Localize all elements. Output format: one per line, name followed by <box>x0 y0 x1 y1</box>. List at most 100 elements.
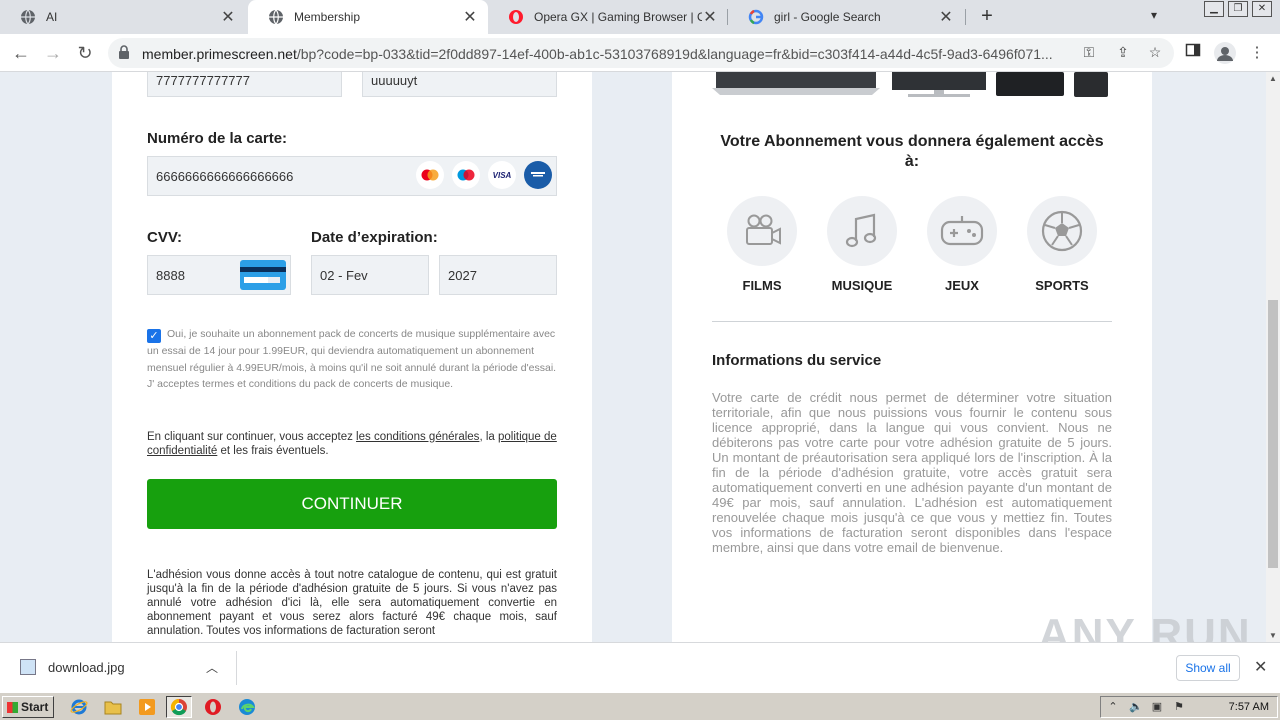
ie-icon[interactable] <box>66 696 92 718</box>
perk-games: JEUX <box>912 196 1012 293</box>
expiry-label: Date d’expiration: <box>311 229 438 246</box>
tab-google[interactable]: girl - Google Search ✕ <box>728 0 964 34</box>
service-info-title: Informations du service <box>712 352 882 369</box>
tab-label: Membership <box>294 10 361 24</box>
restore-button[interactable]: ❐ <box>1228 1 1248 17</box>
card-number-input[interactable]: 6666666666666666666 VISA <box>147 156 557 196</box>
terms-suffix: et les frais éventuels. <box>217 445 329 457</box>
membership-disclaimer: L'adhésion vous donne accès à tout notre… <box>147 569 557 637</box>
close-icon[interactable]: ✕ <box>220 7 236 27</box>
terms-mid: , la <box>479 431 498 443</box>
start-button[interactable]: Start <box>2 696 54 718</box>
page-viewport: 7777777777777 uuuuuyt Numéro de la carte… <box>0 72 1280 642</box>
window-controls: ▁ ❐ ✕ <box>1204 1 1272 17</box>
lock-icon <box>119 45 129 59</box>
page-scrollbar[interactable]: ▲ ▼ <box>1266 72 1280 642</box>
devices-image <box>712 72 1108 97</box>
expiry-month-select[interactable]: 02 - Fev <box>311 255 429 295</box>
window-close-button[interactable]: ✕ <box>1252 1 1272 17</box>
show-all-button[interactable]: Show all <box>1176 655 1240 681</box>
chevron-down-icon[interactable]: ▾ <box>1151 8 1157 22</box>
film-camera-icon <box>727 196 797 266</box>
minimize-button[interactable]: ▁ <box>1204 1 1224 17</box>
card-back-icon <box>240 260 286 290</box>
gamepad-icon <box>927 196 997 266</box>
folder-icon[interactable] <box>100 696 126 718</box>
close-icon[interactable]: ✕ <box>938 7 954 27</box>
media-player-icon[interactable] <box>134 696 160 718</box>
service-info-text: Votre carte de crédit nous permet de dét… <box>712 390 1112 555</box>
close-icon[interactable]: ✕ <box>702 7 718 27</box>
back-arrow-icon[interactable]: ← <box>8 40 34 66</box>
side-panel-icon[interactable] <box>1182 42 1204 64</box>
tab-opera[interactable]: Opera GX | Gaming Browser | Opera ✕ <box>488 0 728 34</box>
tab-strip: AI ✕ Membership ✕ Opera GX | Gaming Brow… <box>0 0 1280 34</box>
profile-avatar-icon[interactable] <box>1214 42 1236 64</box>
star-icon[interactable]: ☆ <box>1146 44 1164 62</box>
continue-button[interactable]: CONTINUER <box>147 479 557 529</box>
key-icon[interactable]: ⚿ <box>1080 44 1098 62</box>
globe-icon <box>20 9 36 25</box>
scroll-down-icon[interactable]: ▼ <box>1269 631 1277 640</box>
kebab-menu-icon[interactable]: ⋮ <box>1246 42 1268 64</box>
perk-label: SPORTS <box>1035 278 1089 293</box>
download-filename: download.jpg <box>48 659 125 675</box>
forward-arrow-icon[interactable]: → <box>40 40 66 66</box>
perk-label: FILMS <box>742 278 782 293</box>
reload-icon[interactable]: ↻ <box>72 40 98 66</box>
url-text: member.primescreen.net/bp?code=bp-033&ti… <box>142 46 1053 62</box>
expiry-year-select[interactable]: 2027 <box>439 255 557 295</box>
image-file-icon <box>20 659 36 675</box>
divider <box>236 651 237 685</box>
terms-prefix: En cliquant sur continuer, vous acceptez <box>147 431 357 443</box>
perk-label: MUSIQUE <box>831 278 893 293</box>
google-icon <box>748 9 764 25</box>
tab-membership[interactable]: Membership ✕ <box>248 0 488 34</box>
opera-icon <box>508 9 524 25</box>
perk-sports: SPORTS <box>1012 196 1112 293</box>
cvv-value: 8888 <box>156 267 185 283</box>
chevron-up-icon[interactable]: ︿ <box>206 659 218 676</box>
cvv-input[interactable]: 8888 <box>147 255 291 295</box>
system-tray: ⌃ 🔈 ▣ ⚑ 7:57 AM <box>1100 696 1278 718</box>
windows-logo-icon <box>7 702 18 713</box>
terms-link[interactable]: les conditions générales <box>356 431 479 443</box>
music-note-icon <box>827 196 897 266</box>
opera-icon[interactable] <box>200 696 226 718</box>
download-item[interactable]: download.jpg <box>20 659 125 675</box>
tab-separator <box>965 9 966 25</box>
network-icon[interactable]: ▣ <box>1151 701 1163 713</box>
consent-checkbox[interactable]: ✓ <box>147 329 161 343</box>
card-number-value: 6666666666666666666 <box>156 168 294 184</box>
payment-form: 7777777777777 uuuuuyt Numéro de la carte… <box>112 72 592 642</box>
tab-label: AI <box>46 10 58 24</box>
action-center-icon[interactable]: ⚑ <box>1173 701 1185 713</box>
chrome-icon[interactable] <box>166 696 192 718</box>
tab-ai[interactable]: AI ✕ <box>0 0 246 34</box>
share-icon[interactable]: ⇪ <box>1114 44 1132 62</box>
card-logos: VISA <box>416 161 552 189</box>
perk-music: MUSIQUE <box>812 196 912 293</box>
music-pack-consent: ✓ Oui, je souhaite un abonnement pack de … <box>147 326 557 393</box>
scrollbar-thumb[interactable] <box>1268 300 1278 568</box>
benefits-panel: Votre Abonnement vous donnera également … <box>672 72 1152 642</box>
start-label: Start <box>21 700 49 714</box>
chevron-up-icon[interactable]: ⌃ <box>1107 701 1119 713</box>
close-icon[interactable]: ✕ <box>462 7 478 27</box>
address-bar[interactable]: member.primescreen.net/bp?code=bp-033&ti… <box>108 38 1174 68</box>
top-field-2[interactable]: uuuuuyt <box>362 72 557 97</box>
watermark-logo: ANY RUN <box>1038 610 1252 642</box>
volume-icon[interactable]: 🔈 <box>1129 701 1143 713</box>
benefits-heading: Votre Abonnement vous donnera également … <box>720 133 1104 170</box>
soccer-ball-icon <box>1027 196 1097 266</box>
new-tab-button[interactable]: + <box>976 5 998 27</box>
close-icon[interactable]: ✕ <box>1254 657 1267 677</box>
edge-icon[interactable] <box>234 696 260 718</box>
visa-platinum-icon <box>524 161 552 189</box>
mastercard-icon <box>416 161 444 189</box>
top-field-1[interactable]: 7777777777777 <box>147 72 342 97</box>
consent-text: Oui, je souhaite un abonnement pack de c… <box>147 328 557 390</box>
scroll-up-icon[interactable]: ▲ <box>1269 74 1277 83</box>
visa-icon: VISA <box>488 161 516 189</box>
divider <box>712 321 1112 322</box>
